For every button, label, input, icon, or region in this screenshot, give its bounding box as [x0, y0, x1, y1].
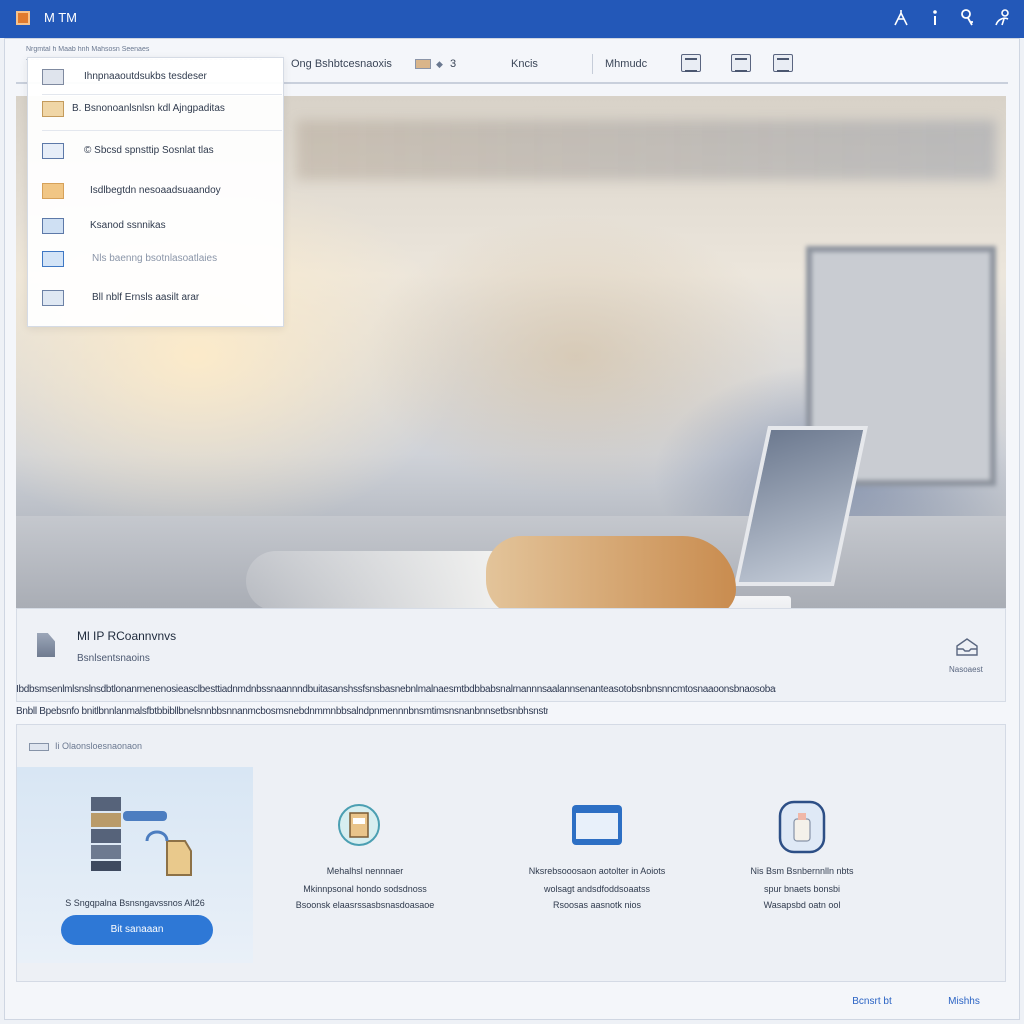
menu-item[interactable]: Bll nblf Ernsls aasilt arar — [28, 283, 285, 313]
menu-item[interactable]: Isdlbegtdn nesoaadsuaandoy — [28, 176, 285, 206]
card-line: Nksrebsooosaon aotolter in Aoiots — [528, 866, 666, 876]
feature-card[interactable]: Mehalhsl nennnaer Mkinnpsonal hondo sods… — [253, 767, 477, 963]
card-line: Rsoosas aasnotk nios — [552, 900, 642, 910]
card-line: Mkinnpsonal hondo sodsdnoss — [303, 884, 427, 894]
body-text-line: Ibdbsmsenlmlsnslnsdbtlonanrnenenosieascl… — [16, 684, 776, 695]
document-icon — [42, 69, 64, 85]
info-icon[interactable] — [924, 7, 946, 29]
card-line: spur bnaets bonsbi — [763, 884, 841, 894]
info-title: Ml IP RCoannvnvs — [77, 629, 177, 643]
image-icon — [42, 218, 64, 234]
menu-item[interactable]: Ksanod ssnnikas — [28, 211, 285, 241]
document-icon — [37, 633, 55, 657]
menu-item-label: Isdlbegtdn nesoaadsuaandoy — [90, 185, 221, 196]
tab-kncis[interactable]: Kncis — [511, 58, 538, 70]
menu-item[interactable]: © Sbcsd spnsttip Sosnlat tlas — [28, 136, 285, 166]
tab-mhmudc[interactable]: Mhmudc — [605, 58, 647, 70]
menu-item-label: Bll nblf Ernsls aasilt arar — [92, 292, 200, 303]
menu-item-label: © Sbcsd spnsttip Sosnlat tlas — [84, 145, 214, 156]
breadcrumb-count: 3 — [450, 58, 457, 70]
grid-view-icon[interactable] — [681, 54, 701, 72]
footer-button-left[interactable]: Bcnsrt bt — [836, 988, 908, 1016]
title-bar: M TM — [0, 0, 1024, 38]
folder-yellow-icon — [42, 183, 64, 199]
color-swatch-icon[interactable] — [415, 59, 431, 69]
section-icon — [29, 743, 49, 751]
panel-view-icon[interactable] — [773, 54, 793, 72]
card-icon — [42, 143, 64, 159]
menu-item[interactable]: Ihnpnaaoutdsukbs tesdeser — [28, 62, 285, 92]
card-caption: S Sngqpalna Bsnsngavssnos Alt26 — [65, 898, 205, 908]
card-line: Nis Bsm Bsnbernnlln nbts — [750, 866, 854, 876]
toolbar-divider — [592, 54, 593, 74]
menu-divider — [42, 130, 282, 131]
menu-item-label: B. Bsnonoanlsnlsn kdl Ajngpaditas — [72, 103, 225, 114]
feature-card[interactable]: S Sngqpalna Bsnsngavssnos Alt26 Bit sana… — [17, 767, 253, 963]
card-line: wolsagt andsdfoddsoaatss — [543, 884, 651, 894]
table-icon — [42, 251, 64, 267]
feature-card[interactable]: Nksrebsooosaon aotolter in Aoiots wolsag… — [477, 767, 717, 963]
card-line: Bsoonsk elaasrssasbsnasdoasaoe — [295, 900, 435, 910]
folder-icon — [42, 101, 64, 117]
card-line: Wasapsbd oatn ool — [763, 900, 841, 910]
info-action-label[interactable]: Nasoaest — [949, 665, 983, 674]
info-subtitle: Bsnlsentsnaoins — [77, 653, 150, 664]
breadcrumb-arrow-icon: ◆ — [436, 59, 443, 69]
menu-item[interactable]: Nls baenng bsotnlasoatlaies — [28, 244, 285, 274]
antenna-icon[interactable] — [890, 7, 912, 29]
menu-item-label: Ihnpnaaoutdsukbs tesdeser — [84, 71, 207, 82]
clipboard-icon — [337, 801, 381, 849]
feature-card[interactable]: Nis Bsm Bsnbernnlln nbts spur bnaets bon… — [717, 767, 887, 963]
dropdown-menu: Ihnpnaaoutdsukbs tesdeser B. Bsnonoanlsn… — [27, 57, 284, 327]
user-icon[interactable] — [992, 7, 1014, 29]
hero-hand — [486, 536, 736, 608]
inbox-icon[interactable] — [955, 637, 979, 657]
list-view-icon[interactable] — [731, 54, 751, 72]
hero-shelf — [296, 120, 996, 180]
stack-icon — [42, 290, 64, 306]
cards-section-title: Ii Olaonsloesnaonaon — [55, 741, 143, 751]
menu-item[interactable]: B. Bsnonoanlsnlsn kdl Ajngpaditas — [28, 94, 285, 124]
card-line: Mehalhsl nennnaer — [326, 866, 404, 876]
breadcrumb[interactable]: Ong Bshbtcesnaoxis — [291, 58, 392, 70]
window-title: M TM — [44, 10, 77, 25]
primary-action-button[interactable]: Bit sanaaan — [61, 915, 213, 945]
app-logo-icon — [16, 11, 30, 25]
cards-section: Ii Olaonsloesnaonaon S Sngqpalna Bsnsnga… — [16, 724, 1006, 982]
menu-item-label: Ksanod ssnnikas — [90, 220, 166, 231]
footer-button-right[interactable]: Mishhs — [916, 988, 1012, 1016]
server-tag-icon — [87, 795, 197, 885]
menu-item-label: Nls baenng bsotnlasoatlaies — [92, 253, 218, 264]
body-text-line: Bnbll Bpebsnfo bnitlbnnlanmalsfbtbbibllb… — [16, 706, 548, 717]
key-icon[interactable] — [956, 7, 978, 29]
storage-icon — [777, 799, 827, 855]
hero-arm — [246, 551, 526, 608]
window-icon — [570, 803, 624, 847]
